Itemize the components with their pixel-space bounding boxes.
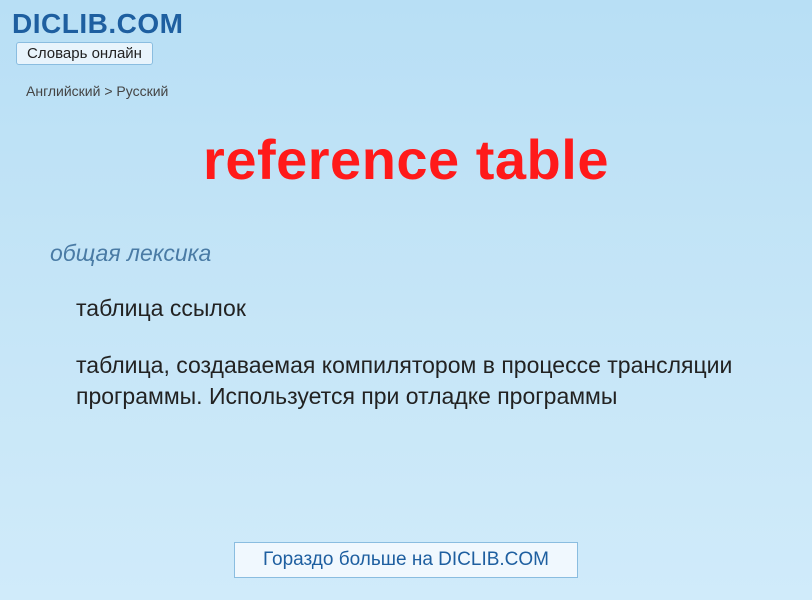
- subtitle-wrap: Словарь онлайн: [16, 42, 800, 65]
- entry-category: общая лексика: [50, 240, 762, 267]
- entry-short-definition: таблица ссылок: [76, 295, 762, 322]
- header: DICLIB.COM Словарь онлайн Английский > Р…: [0, 0, 812, 99]
- site-name[interactable]: DICLIB.COM: [12, 8, 800, 40]
- more-link[interactable]: Гораздо больше на DICLIB.COM: [234, 542, 578, 578]
- footer: Гораздо больше на DICLIB.COM: [0, 542, 812, 578]
- term-heading: reference table: [0, 127, 812, 192]
- entry-long-definition: таблица, создаваемая компилятором в проц…: [76, 350, 762, 412]
- breadcrumb[interactable]: Английский > Русский: [26, 83, 800, 99]
- entry-content: общая лексика таблица ссылок таблица, со…: [0, 240, 812, 412]
- site-subtitle: Словарь онлайн: [16, 42, 153, 65]
